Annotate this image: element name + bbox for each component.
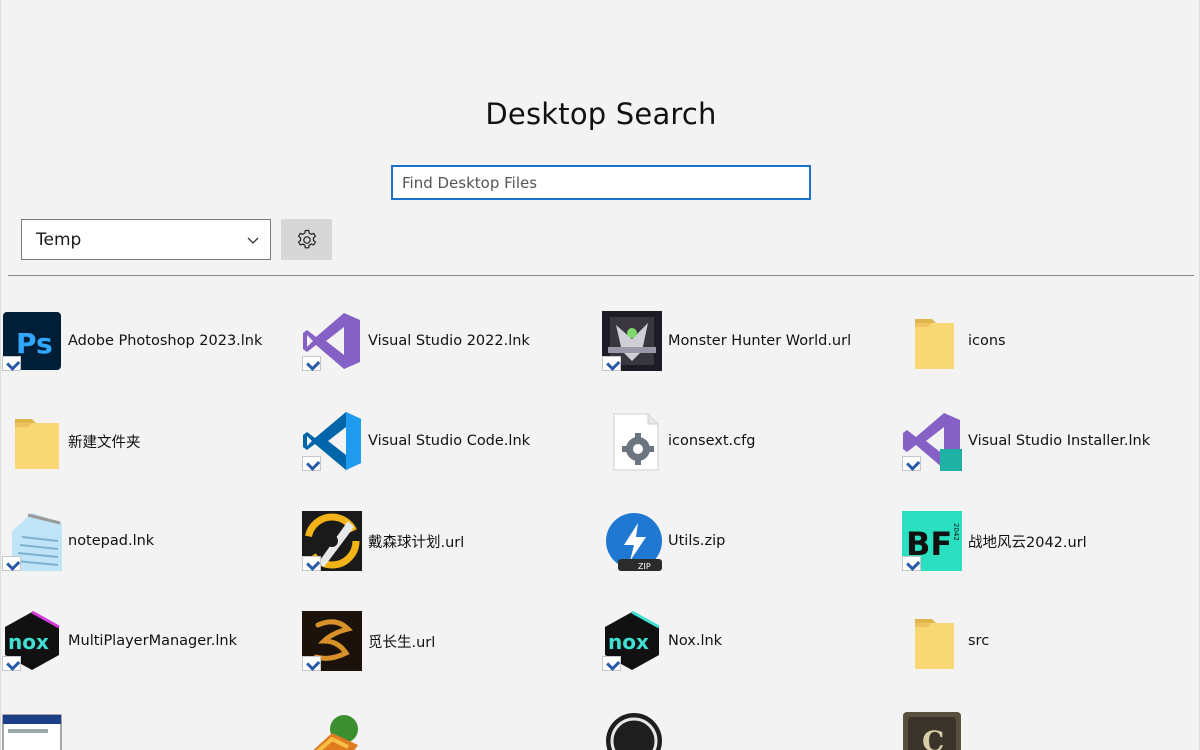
file-item[interactable]: icons bbox=[902, 311, 1006, 371]
folder-icon bbox=[902, 311, 962, 371]
file-name: notepad.lnk bbox=[68, 533, 155, 549]
file-item[interactable] bbox=[2, 711, 68, 750]
file-item[interactable]: iconsext.cfg bbox=[602, 411, 755, 471]
file-name: 新建文件夹 bbox=[68, 434, 141, 451]
file-name: iconsext.cfg bbox=[668, 433, 756, 449]
visual-studio-installer-icon bbox=[902, 411, 962, 471]
file-item[interactable]: 戴森球计划.url bbox=[302, 511, 464, 571]
dyson-sphere-icon bbox=[302, 511, 362, 571]
file-item[interactable]: Visual Studio 2022.lnk bbox=[302, 311, 530, 371]
game-icon bbox=[302, 611, 362, 671]
photoshop-icon: Ps bbox=[2, 311, 62, 371]
file-item[interactable] bbox=[602, 711, 668, 750]
svg-text:C: C bbox=[922, 725, 944, 750]
file-item[interactable]: ZIP Utils.zip bbox=[602, 511, 725, 571]
file-item[interactable]: nox MultiPlayerManager.lnk bbox=[2, 610, 238, 671]
file-item[interactable]: Visual Studio Code.lnk bbox=[302, 411, 530, 471]
file-name: Adobe Photoshop 2023.lnk bbox=[68, 333, 263, 349]
download-manager-icon bbox=[302, 711, 362, 750]
settings-button[interactable] bbox=[281, 219, 332, 260]
divider bbox=[8, 275, 1194, 276]
file-item[interactable]: Monster Hunter World.url bbox=[602, 311, 851, 371]
file-name: icons bbox=[968, 333, 1006, 349]
file-item[interactable]: BF 2042 战地风云2042.url bbox=[902, 511, 1087, 571]
application-window-icon bbox=[2, 711, 62, 750]
vscode-icon bbox=[302, 411, 362, 471]
game-icon: C bbox=[902, 711, 962, 750]
file-item[interactable]: Ps Adobe Photoshop 2023.lnk bbox=[2, 311, 262, 371]
folder-dropdown-value: Temp bbox=[36, 229, 82, 250]
svg-text:nox: nox bbox=[8, 630, 49, 654]
nox-icon: nox bbox=[2, 610, 62, 671]
file-name: Utils.zip bbox=[668, 533, 726, 549]
file-name: Monster Hunter World.url bbox=[668, 333, 852, 349]
file-name: 战地风云2042.url bbox=[968, 534, 1087, 551]
svg-text:2042: 2042 bbox=[952, 523, 960, 541]
notepad-icon bbox=[2, 511, 62, 571]
svg-text:ZIP: ZIP bbox=[638, 562, 651, 571]
app-window: Desktop Search Temp Ps Adobe Photoshop 2… bbox=[0, 0, 1200, 750]
nox-icon: nox bbox=[602, 610, 662, 671]
folder-icon bbox=[2, 411, 62, 471]
file-name: 觅长生.url bbox=[368, 634, 436, 651]
file-item[interactable] bbox=[302, 711, 368, 750]
file-item[interactable]: 新建文件夹 bbox=[2, 411, 141, 471]
config-file-icon bbox=[602, 411, 662, 471]
search-input[interactable] bbox=[391, 165, 811, 200]
file-item[interactable]: C bbox=[902, 711, 968, 750]
file-item[interactable]: 觅长生.url bbox=[302, 611, 435, 671]
folder-dropdown[interactable]: Temp bbox=[21, 219, 271, 260]
monster-hunter-icon bbox=[602, 311, 662, 371]
zip-archive-icon: ZIP bbox=[602, 511, 662, 571]
file-item[interactable]: nox Nox.lnk bbox=[602, 610, 723, 671]
chevron-down-icon bbox=[247, 237, 259, 244]
obs-icon bbox=[602, 711, 662, 750]
file-name: src bbox=[968, 633, 990, 649]
file-grid: Ps Adobe Photoshop 2023.lnk Visual Studi… bbox=[1, 290, 1200, 750]
visual-studio-icon bbox=[302, 311, 362, 371]
file-name: 戴森球计划.url bbox=[368, 534, 465, 551]
file-item[interactable]: src bbox=[902, 611, 989, 671]
file-item[interactable]: Visual Studio Installer.lnk bbox=[902, 411, 1150, 471]
battlefield-icon: BF 2042 bbox=[902, 511, 962, 571]
file-item[interactable]: notepad.lnk bbox=[2, 511, 154, 571]
svg-text:Ps: Ps bbox=[16, 327, 53, 360]
gear-icon bbox=[297, 229, 316, 248]
file-name: Visual Studio Code.lnk bbox=[368, 433, 531, 449]
svg-text:nox: nox bbox=[608, 630, 649, 654]
folder-icon bbox=[902, 611, 962, 671]
file-name: Visual Studio Installer.lnk bbox=[968, 433, 1151, 449]
page-title: Desktop Search bbox=[485, 97, 717, 131]
file-name: Visual Studio 2022.lnk bbox=[368, 333, 530, 349]
file-name: MultiPlayerManager.lnk bbox=[68, 633, 238, 649]
file-name: Nox.lnk bbox=[668, 633, 723, 649]
